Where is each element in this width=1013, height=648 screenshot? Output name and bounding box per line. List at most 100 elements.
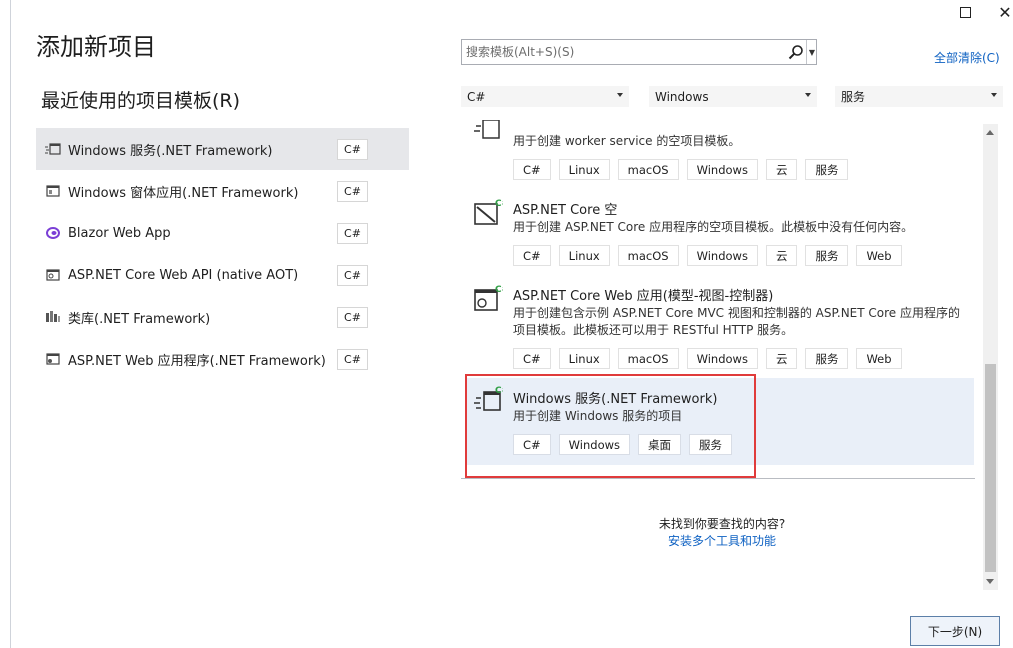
- language-badge: C#: [337, 223, 368, 244]
- tag: 云: [765, 159, 798, 180]
- tag: 服务: [805, 159, 849, 180]
- template-tags: C# Linux macOS Windows 云 服务: [513, 159, 849, 180]
- tag: 桌面: [638, 434, 682, 455]
- tag: C#: [513, 159, 551, 180]
- template-name: ASP.NET Core 空: [513, 203, 618, 218]
- tag: 云: [765, 245, 798, 266]
- svg-text:C#: C#: [495, 386, 503, 396]
- tag: C#: [513, 434, 551, 455]
- windows-service-icon: [44, 141, 62, 157]
- platform-filter[interactable]: Windows: [649, 86, 817, 107]
- recent-item-windows-service[interactable]: Windows 服务(.NET Framework) C#: [36, 128, 409, 170]
- template-tags: C# Windows 桌面 服务: [513, 434, 733, 455]
- tag: Web: [856, 348, 902, 369]
- recent-item-web-api[interactable]: ASP.NET Core Web API (native AOT) C#: [36, 254, 409, 296]
- tag: 云: [765, 348, 798, 369]
- recent-item-class-library[interactable]: 类库(.NET Framework) C#: [36, 296, 409, 338]
- template-description: 用于创建 ASP.NET Core 应用程序的空项目模板。此模板中没有任何内容。: [513, 220, 914, 234]
- results-end-divider: [461, 478, 975, 479]
- recent-item-label: Windows 服务(.NET Framework): [68, 143, 273, 159]
- results-scrollbar[interactable]: [983, 124, 998, 590]
- tag: C#: [513, 245, 551, 266]
- web-app-icon: [44, 351, 62, 367]
- tag: C#: [513, 348, 551, 369]
- language-filter[interactable]: C#: [461, 86, 629, 107]
- scroll-down-icon[interactable]: [986, 579, 994, 584]
- not-found-panel: 未找到你要查找的内容? 安装多个工具和功能: [647, 505, 797, 557]
- maximize-icon: [959, 6, 971, 18]
- tag: Windows: [686, 159, 758, 180]
- search-icon[interactable]: [788, 44, 804, 60]
- recent-templates-title: 最近使用的项目模板(R): [41, 90, 241, 112]
- web-api-icon: [44, 267, 62, 283]
- left-window-border: [10, 0, 11, 648]
- recent-item-blazor[interactable]: Blazor Web App C#: [36, 212, 409, 254]
- install-tools-link[interactable]: 安装多个工具和功能: [647, 532, 797, 549]
- tag: Windows: [558, 434, 631, 455]
- recent-item-web-app[interactable]: ASP.NET Web 应用程序(.NET Framework) C#: [36, 338, 409, 380]
- template-windows-service[interactable]: C# Windows 服务(.NET Framework) 用于创建 Windo…: [465, 378, 974, 465]
- tag: 服务: [805, 348, 849, 369]
- close-button[interactable]: ✕: [985, 0, 1013, 24]
- recent-item-label: ASP.NET Core Web API (native AOT): [68, 267, 299, 283]
- chevron-down-icon: [617, 93, 623, 97]
- tag: macOS: [617, 245, 679, 266]
- language-badge: C#: [337, 181, 368, 202]
- search-input[interactable]: [462, 40, 782, 64]
- search-box: ▼: [461, 39, 817, 65]
- tag: macOS: [617, 348, 679, 369]
- tag: Windows: [686, 348, 758, 369]
- tag: Linux: [558, 159, 610, 180]
- worker-service-icon: [474, 120, 500, 139]
- template-description: 用于创建 worker service 的空项目模板。: [513, 134, 741, 148]
- tag: Linux: [558, 348, 610, 369]
- chevron-down-icon: [805, 93, 811, 97]
- template-worker-service[interactable]: 用于创建 worker service 的空项目模板。 C# Linux mac…: [465, 118, 974, 184]
- aspnet-mvc-icon: C#: [474, 285, 503, 311]
- platform-filter-value: Windows: [655, 89, 709, 104]
- language-badge: C#: [337, 349, 368, 370]
- page-title: 添加新项目: [36, 33, 156, 61]
- search-options-dropdown[interactable]: ▼: [806, 40, 817, 64]
- blazor-icon: [44, 225, 62, 241]
- maximize-button[interactable]: [945, 0, 985, 24]
- windows-forms-icon: [44, 183, 62, 199]
- language-badge: C#: [337, 139, 368, 160]
- recent-item-label: Windows 窗体应用(.NET Framework): [68, 185, 299, 201]
- template-name: Windows 服务(.NET Framework): [513, 392, 718, 407]
- tag: Windows: [686, 245, 758, 266]
- svg-text:C#: C#: [495, 199, 503, 209]
- clear-all-link[interactable]: 全部清除(C): [934, 49, 1000, 66]
- template-aspnet-empty[interactable]: C# ASP.NET Core 空 用于创建 ASP.NET Core 应用程序…: [465, 190, 974, 274]
- aspnet-empty-icon: C#: [474, 199, 503, 225]
- template-tags: C# Linux macOS Windows 云 服务 Web: [513, 348, 902, 369]
- recent-item-windows-forms[interactable]: Windows 窗体应用(.NET Framework) C#: [36, 170, 409, 212]
- chevron-down-icon: [991, 93, 997, 97]
- tag: 服务: [689, 434, 733, 455]
- close-icon: ✕: [998, 2, 1012, 22]
- template-description: 用于创建 Windows 服务的项目: [513, 409, 683, 423]
- tag: 服务: [805, 245, 849, 266]
- template-name: ASP.NET Core Web 应用(模型-视图-控制器): [513, 289, 774, 304]
- language-badge: C#: [337, 265, 368, 286]
- scrollbar-thumb[interactable]: [985, 364, 996, 572]
- recent-item-label: ASP.NET Web 应用程序(.NET Framework): [68, 353, 326, 369]
- windows-service-icon: C#: [474, 386, 503, 411]
- dropdown-arrow-icon: ▼: [808, 47, 816, 57]
- recent-templates-list: Windows 服务(.NET Framework) C# Windows 窗体…: [36, 128, 409, 380]
- project-type-filter-value: 服务: [841, 90, 866, 104]
- next-button-label: 下一步(N): [927, 624, 983, 639]
- template-description: 用于创建包含示例 ASP.NET Core MVC 视图和控制器的 ASP.NE…: [513, 306, 960, 337]
- template-aspnet-mvc[interactable]: C# ASP.NET Core Web 应用(模型-视图-控制器) 用于创建包含…: [465, 278, 974, 376]
- project-type-filter[interactable]: 服务: [835, 86, 1003, 107]
- svg-text:C#: C#: [495, 285, 503, 295]
- next-button[interactable]: 下一步(N): [910, 616, 1000, 646]
- language-badge: C#: [337, 307, 368, 328]
- class-library-icon: [44, 309, 62, 325]
- recent-item-label: 类库(.NET Framework): [68, 311, 211, 327]
- tag: Linux: [558, 245, 610, 266]
- tag: Web: [856, 245, 902, 266]
- scroll-up-icon[interactable]: [986, 130, 994, 135]
- template-tags: C# Linux macOS Windows 云 服务 Web: [513, 245, 902, 266]
- recent-item-label: Blazor Web App: [68, 225, 171, 241]
